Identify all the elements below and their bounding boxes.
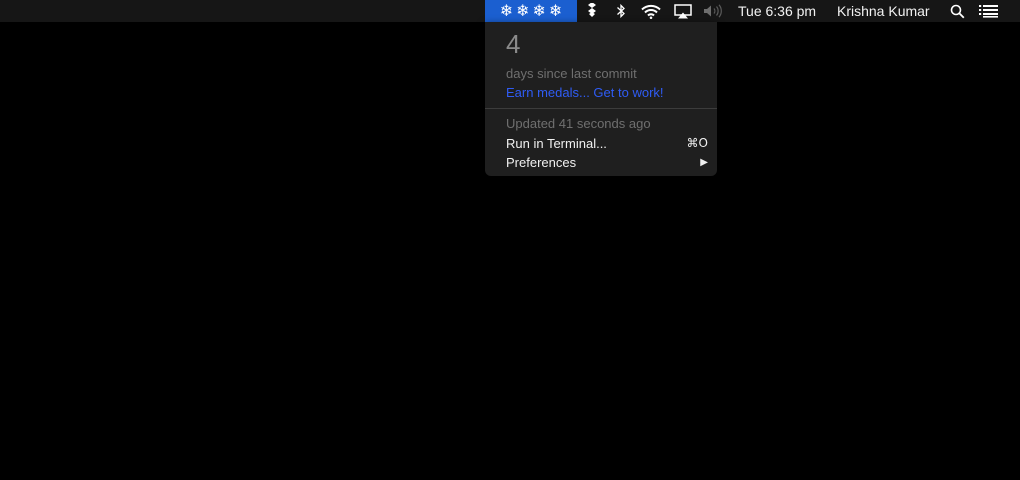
- snowflake-icon: ❄: [516, 1, 530, 20]
- menu-item-label: Preferences: [506, 154, 577, 170]
- bluetooth-icon[interactable]: [614, 0, 628, 22]
- days-caption: days since last commit: [506, 66, 637, 81]
- clock[interactable]: Tue 6:36 pm: [738, 0, 816, 22]
- snowflake-icon: ❄: [548, 1, 563, 20]
- submenu-arrow-icon: ▶: [700, 156, 708, 168]
- volume-icon[interactable]: [703, 0, 725, 22]
- menu-bar: ❄ ❄ ❄ ❄ Tue 6:36 pm Krishna Kumar: [0, 0, 1020, 22]
- keyboard-shortcut: ⌘O: [686, 136, 708, 150]
- updated-status: Updated 41 seconds ago: [506, 116, 651, 131]
- user-name[interactable]: Krishna Kumar: [837, 0, 930, 22]
- wifi-icon[interactable]: [640, 0, 662, 22]
- earn-medals-link[interactable]: Earn medals... Get to work!: [506, 85, 664, 101]
- preferences-item[interactable]: Preferences ▶: [506, 153, 708, 171]
- commit-tracker-menu: 4 days since last commit Earn medals... …: [485, 22, 717, 176]
- commit-tracker-menu-extra[interactable]: ❄ ❄ ❄ ❄: [485, 0, 577, 22]
- run-in-terminal-item[interactable]: Run in Terminal... ⌘O: [506, 134, 708, 152]
- snowflake-icon: ❄: [532, 1, 546, 20]
- days-count: 4: [506, 29, 521, 59]
- search-icon[interactable]: [948, 0, 966, 22]
- menu-item-label: Run in Terminal...: [506, 135, 607, 151]
- snowflake-icon: ❄: [499, 1, 514, 20]
- airplay-icon[interactable]: [673, 0, 693, 22]
- dropbox-icon[interactable]: [584, 0, 600, 22]
- menu-divider: [485, 108, 717, 109]
- list-icon[interactable]: [977, 0, 999, 22]
